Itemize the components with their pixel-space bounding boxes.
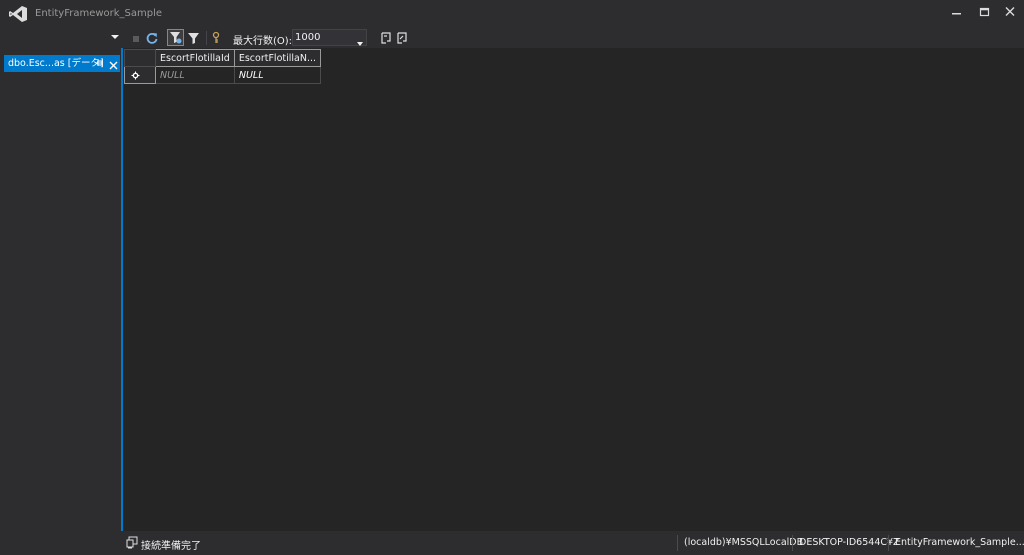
pin-icon[interactable] (95, 58, 104, 69)
toolbar-separator (206, 31, 207, 45)
document-well: dbo.Esc...as [データ] (0, 28, 120, 555)
new-row-icon[interactable] (124, 66, 156, 84)
max-rows-value: 1000 (295, 32, 321, 43)
data-grid: EscortFlotillaId EscortFlotillaN... NULL… (124, 49, 322, 84)
grid-cell[interactable]: NULL (233, 66, 322, 84)
chevron-down-icon[interactable] (111, 32, 119, 39)
grid-header-row: EscortFlotillaId EscortFlotillaN... (124, 49, 322, 67)
status-database: EntityFramework_Sample... (895, 537, 1024, 548)
status-user: DESKTOP-ID6544C¥Z (799, 537, 900, 548)
status-divider (792, 535, 793, 551)
document-tab[interactable]: dbo.Esc...as [データ] (4, 55, 120, 72)
data-grid-pane: EscortFlotillaId EscortFlotillaN... NULL… (121, 48, 1024, 531)
key-icon[interactable] (208, 30, 224, 46)
stop-icon[interactable] (128, 30, 144, 46)
data-editor-toolbar: 最大行数(O): 1000 (122, 28, 1024, 48)
title-bar: EntityFramework_Sample (0, 0, 1024, 28)
database-connection-icon (126, 536, 138, 549)
status-divider (888, 535, 889, 551)
minimize-icon[interactable] (946, 4, 968, 20)
close-icon[interactable] (1000, 4, 1022, 20)
column-header[interactable]: EscortFlotillaN... (233, 49, 322, 67)
filter-icon[interactable] (186, 30, 202, 46)
document-tab-label: dbo.Esc...as [データ] (8, 58, 104, 69)
max-rows-select[interactable]: 1000 (292, 29, 367, 46)
status-server: (localdb)¥MSSQLLocalDB (684, 537, 804, 548)
export-script-icon[interactable] (378, 30, 394, 46)
chevron-down-icon[interactable] (357, 36, 363, 46)
filter-pane-icon[interactable] (167, 29, 184, 46)
close-icon[interactable] (109, 59, 118, 70)
max-rows-label: 最大行数(O): (233, 36, 293, 47)
maximize-icon[interactable] (974, 4, 996, 20)
status-divider (677, 535, 678, 551)
window-title: EntityFramework_Sample (35, 8, 163, 19)
status-bar: 接続準備完了 (localdb)¥MSSQLLocalDB DESKTOP-ID… (122, 531, 1024, 555)
visual-studio-icon[interactable] (8, 5, 28, 23)
status-message: 接続準備完了 (141, 541, 201, 552)
export-data-icon[interactable] (394, 30, 410, 46)
column-header[interactable]: EscortFlotillaId (155, 49, 235, 67)
grid-cell[interactable]: NULL (155, 66, 235, 84)
table-row[interactable]: NULL NULL (124, 66, 322, 84)
refresh-icon[interactable] (144, 30, 160, 46)
grid-corner-cell[interactable] (124, 49, 156, 67)
